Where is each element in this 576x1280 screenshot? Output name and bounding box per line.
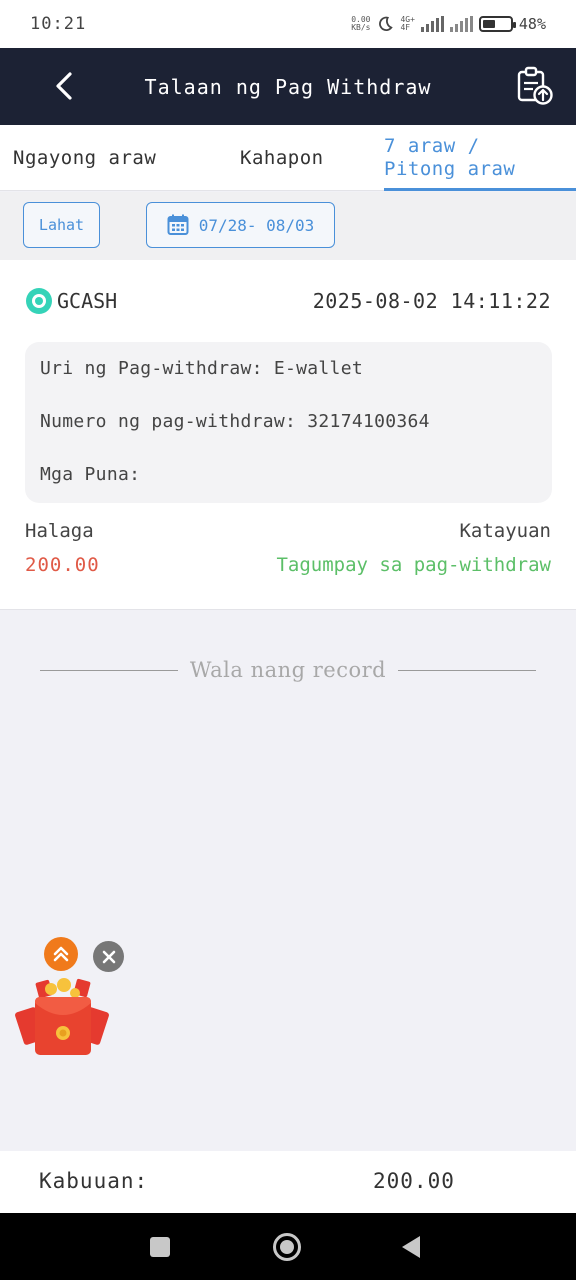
total-value: 200.00 bbox=[373, 1169, 455, 1193]
withdraw-record-card[interactable]: GCASH 2025-08-02 14:11:22 Uri ng Pag-wit… bbox=[0, 260, 576, 610]
recent-apps-icon[interactable] bbox=[149, 1236, 171, 1258]
date-range-button[interactable]: 07/28- 08/03 bbox=[146, 202, 335, 248]
signal-icon-2 bbox=[449, 16, 473, 32]
filter-all-label: Lahat bbox=[38, 216, 85, 234]
network-type-bottom: 4F bbox=[400, 23, 411, 32]
date-range-label: 07/28- 08/03 bbox=[198, 215, 315, 235]
record-values: 200.00 Tagumpay sa pag-withdraw bbox=[25, 554, 551, 576]
network-speed: 0.00 KB/s bbox=[351, 16, 370, 32]
withdraw-type: Uri ng Pag-withdraw: E-wallet bbox=[40, 358, 363, 379]
record-details: Uri ng Pag-withdraw: E-wallet Numero ng … bbox=[25, 342, 552, 503]
battery-percent: 48% bbox=[518, 15, 546, 33]
payment-method: GCASH bbox=[26, 288, 117, 314]
amount-value: 200.00 bbox=[25, 554, 100, 576]
no-more-records-text: Wala nang record bbox=[189, 658, 387, 682]
battery-icon bbox=[478, 16, 516, 32]
status-label: Katayuan bbox=[459, 520, 551, 542]
page-title: Talaan ng Pag Withdraw bbox=[144, 74, 432, 99]
payment-method-name: GCASH bbox=[57, 289, 118, 313]
gcash-logo-icon bbox=[26, 288, 52, 314]
close-float-button[interactable] bbox=[93, 941, 124, 972]
expand-float-button[interactable] bbox=[44, 937, 78, 971]
app-header: Talaan ng Pag Withdraw bbox=[0, 48, 576, 125]
status-value: Tagumpay sa pag-withdraw bbox=[276, 554, 551, 576]
do-not-disturb-icon bbox=[379, 16, 394, 32]
filter-bar: Lahat 07/28- 08/03 bbox=[0, 192, 576, 260]
system-nav-bar bbox=[0, 1213, 576, 1280]
clipboard-upload-icon bbox=[517, 66, 553, 105]
remarks: Mga Puna: bbox=[40, 464, 141, 485]
tab-seven-days[interactable]: 7 araw / Pitong araw bbox=[384, 135, 544, 181]
withdraw-number: Numero ng pag-withdraw: 32174100364 bbox=[40, 411, 430, 432]
total-bar: Kabuuan: 200.00 bbox=[0, 1151, 576, 1213]
chevron-left-icon bbox=[56, 72, 72, 100]
tab-today[interactable]: Ngayong araw bbox=[13, 147, 156, 169]
speed-unit: KB/s bbox=[351, 23, 371, 32]
divider-left bbox=[40, 669, 178, 671]
home-icon[interactable] bbox=[272, 1232, 302, 1262]
battery-fill bbox=[482, 20, 496, 28]
no-more-records: Wala nang record bbox=[40, 655, 537, 685]
record-datetime: 2025-08-02 14:11:22 bbox=[312, 289, 551, 313]
red-envelope-icon[interactable] bbox=[15, 975, 110, 1060]
calendar-icon bbox=[167, 214, 189, 235]
double-chevron-up-icon bbox=[53, 946, 69, 962]
tab-yesterday[interactable]: Kahapon bbox=[240, 147, 324, 169]
network-type: 4G+ 4F bbox=[400, 16, 414, 32]
back-button[interactable] bbox=[46, 68, 82, 104]
record-header: GCASH 2025-08-02 14:11:22 bbox=[26, 286, 551, 316]
record-labels: Halaga Katayuan bbox=[25, 520, 551, 542]
clipboard-upload-button[interactable] bbox=[516, 66, 554, 106]
back-nav-icon[interactable] bbox=[399, 1234, 423, 1260]
signal-icon bbox=[420, 16, 444, 32]
divider-right bbox=[398, 669, 537, 671]
active-tab-indicator bbox=[384, 188, 576, 191]
date-tabs: Ngayong araw Kahapon 7 araw / Pitong ara… bbox=[0, 125, 576, 191]
amount-label: Halaga bbox=[25, 520, 94, 542]
status-bar: 10:21 0.00 KB/s 4G+ 4F 48% bbox=[0, 0, 576, 48]
status-icons: 0.00 KB/s 4G+ 4F 48% bbox=[351, 15, 546, 33]
total-label: Kabuuan: bbox=[39, 1169, 149, 1193]
filter-all-button[interactable]: Lahat bbox=[23, 202, 100, 248]
status-time: 10:21 bbox=[30, 14, 87, 34]
close-icon bbox=[102, 950, 115, 963]
